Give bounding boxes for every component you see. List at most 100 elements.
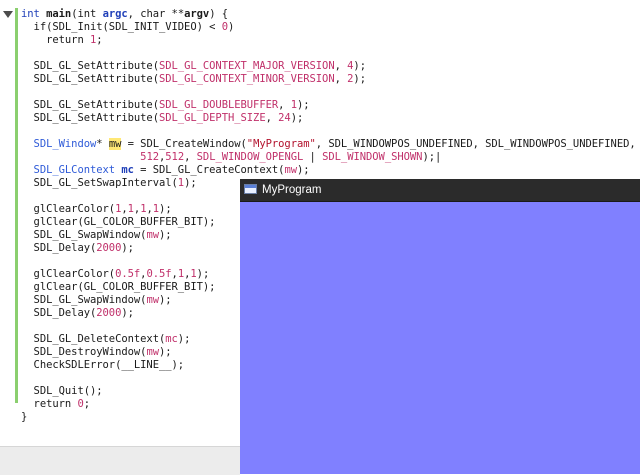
- code-token: );: [158, 229, 172, 241]
- code-token: argv: [184, 8, 210, 20]
- code-token: = SDL_CreateWindow(: [121, 138, 247, 150]
- code-token: );: [353, 60, 366, 72]
- code-token: glClearColor(: [21, 268, 116, 280]
- code-token: 0.5f: [146, 268, 172, 280]
- code-line[interactable]: CheckSDLError(__LINE__);: [21, 359, 185, 372]
- code-token: return: [21, 398, 78, 410]
- code-token: SDL_Delay(: [21, 242, 97, 254]
- code-token: SDL_Window: [33, 138, 97, 150]
- code-line[interactable]: }: [21, 411, 27, 424]
- code-token: mc: [121, 164, 134, 176]
- code-line[interactable]: SDL_GL_SetAttribute(SDL_GL_CONTEXT_MAJOR…: [21, 60, 366, 73]
- code-token: "MyProgram": [246, 138, 316, 150]
- code-token: }: [21, 411, 28, 423]
- code-token: SDL_GL_SetAttribute(: [21, 99, 160, 111]
- code-line[interactable]: SDL_GL_SetAttribute(SDL_GL_CONTEXT_MINOR…: [21, 73, 366, 86]
- editor-bottom-panel: [0, 446, 240, 475]
- code-token: |: [303, 151, 323, 163]
- code-line[interactable]: SDL_Delay(2000);: [21, 307, 134, 320]
- code-line[interactable]: SDL_Window* mw = SDL_CreateWindow("MyPro…: [21, 138, 636, 151]
- code-line[interactable]: glClear(GL_COLOR_BUFFER_BIT);: [21, 281, 216, 294]
- code-token: , SDL_WINDOWPOS_UNDEFINED, SDL_WINDOWPOS…: [315, 138, 636, 150]
- code-line[interactable]: glClearColor(1,1,1,1);: [21, 203, 172, 216]
- code-token: );: [184, 177, 197, 189]
- code-token: SDL_Delay(: [21, 307, 97, 319]
- code-token: ,: [334, 60, 348, 72]
- code-token: SDL_GL_SetSwapInterval(: [21, 177, 178, 189]
- code-token: SDL_GL_CONTEXT_MAJOR_VERSION: [158, 60, 335, 72]
- code-line[interactable]: int main(int argc, char **argv) {: [21, 8, 228, 21]
- code-line[interactable]: 512,512, SDL_WINDOW_OPENGL | SDL_WINDOW_…: [21, 151, 441, 164]
- code-token: SDL_GL_SwapWindow(: [21, 229, 147, 241]
- code-token: );: [196, 268, 210, 280]
- code-line[interactable]: glClearColor(0.5f,0.5f,1,1);: [21, 268, 210, 281]
- program-window-canvas: [240, 202, 640, 474]
- code-token: );: [121, 242, 134, 254]
- code-token: SDL_GL_DEPTH_SIZE: [158, 112, 266, 124]
- code-line[interactable]: SDL_GL_DeleteContext(mc);: [21, 333, 191, 346]
- modified-lines-marker: [15, 8, 18, 403]
- program-window[interactable]: MyProgram: [240, 179, 640, 474]
- code-token: ,: [265, 112, 279, 124]
- code-line[interactable]: SDL_GLContext mc = SDL_GL_CreateContext(…: [21, 164, 310, 177]
- code-line[interactable]: SDL_GL_SetAttribute(SDL_GL_DEPTH_SIZE, 2…: [21, 112, 304, 125]
- code-line[interactable]: return 1;: [21, 34, 103, 47]
- code-line[interactable]: SDL_Delay(2000);: [21, 242, 134, 255]
- code-token: mw: [146, 229, 159, 241]
- code-token: SDL_WINDOW_SHOWN: [322, 151, 423, 163]
- code-token: glClear(GL_COLOR_BUFFER_BIT);: [21, 281, 216, 293]
- code-line[interactable]: SDL_GL_SetSwapInterval(1);: [21, 177, 197, 190]
- code-token: );: [158, 294, 172, 306]
- code-token: main: [46, 8, 72, 20]
- editor-gutter: [0, 0, 14, 474]
- code-token: 24: [278, 112, 291, 124]
- code-token: );: [353, 73, 366, 85]
- fold-collapse-icon[interactable]: [3, 11, 13, 18]
- code-line[interactable]: SDL_GL_SwapWindow(mw);: [21, 294, 172, 307]
- code-token: ): [227, 21, 235, 33]
- code-token: return: [21, 34, 90, 46]
- code-token: );: [158, 346, 172, 358]
- code-token: mw: [146, 294, 159, 306]
- code-token: mw: [284, 164, 297, 176]
- code-token: );: [159, 203, 172, 215]
- code-token: );: [296, 164, 310, 176]
- code-line[interactable]: SDL_GL_SwapWindow(mw);: [21, 229, 172, 242]
- code-line[interactable]: SDL_DestroyWindow(mw);: [21, 346, 172, 359]
- code-token: = SDL_GL_CreateContext(: [133, 164, 285, 176]
- program-window-titlebar[interactable]: MyProgram: [240, 179, 640, 202]
- code-token: SDL_GL_SetAttribute(: [21, 60, 160, 72]
- code-token: ) {: [209, 8, 229, 20]
- code-token: ,: [278, 99, 291, 111]
- code-line[interactable]: SDL_Quit();: [21, 385, 103, 398]
- code-token: , char **: [127, 8, 185, 20]
- code-token: SDL_GL_SwapWindow(: [21, 294, 147, 306]
- code-token: SDL_GL_SetAttribute(: [21, 73, 160, 85]
- code-line[interactable]: glClear(GL_COLOR_BUFFER_BIT);: [21, 216, 216, 229]
- code-token: mc: [165, 333, 178, 345]
- code-token: SDL_GLContext: [33, 164, 116, 176]
- code-token: SDL_GL_DeleteContext(: [21, 333, 166, 345]
- window-app-icon: [244, 184, 257, 194]
- code-token: CheckSDLError(__LINE__);: [21, 359, 185, 371]
- code-token: mw: [108, 138, 122, 150]
- code-token: if(SDL_Init(SDL_INIT_VIDEO) <: [21, 21, 222, 33]
- code-token: mw: [146, 346, 159, 358]
- code-token: SDL_WINDOW_OPENGL: [196, 151, 304, 163]
- code-token: int: [21, 8, 40, 20]
- code-token: );: [290, 112, 304, 124]
- code-token: 512: [140, 151, 159, 163]
- code-token: 0.5f: [115, 268, 141, 280]
- code-token: );: [296, 99, 310, 111]
- code-token: ,: [184, 151, 197, 163]
- code-token: );: [121, 307, 134, 319]
- code-token: glClear(GL_COLOR_BUFFER_BIT);: [21, 216, 216, 228]
- code-line[interactable]: if(SDL_Init(SDL_INIT_VIDEO) < 0): [21, 21, 235, 34]
- program-window-title: MyProgram: [262, 184, 322, 196]
- code-line[interactable]: return 0;: [21, 398, 91, 411]
- code-line[interactable]: SDL_GL_SetAttribute(SDL_GL_DOUBLEBUFFER,…: [21, 99, 310, 112]
- code-token: SDL_DestroyWindow(: [21, 346, 147, 358]
- code-token: SDL_Quit();: [21, 385, 103, 397]
